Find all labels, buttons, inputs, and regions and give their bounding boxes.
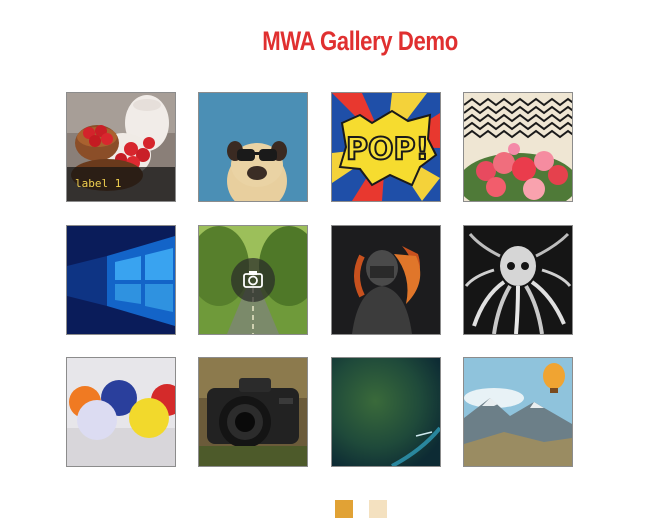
gallery-item-green-blur[interactable] bbox=[331, 357, 441, 467]
balloon-mountains-image bbox=[464, 358, 572, 466]
gallery-item-octopus[interactable] bbox=[463, 225, 573, 335]
gallery-item-strawberries[interactable]: label 1 bbox=[66, 92, 176, 202]
chevron-flowers-image bbox=[464, 93, 572, 201]
camera-icon bbox=[243, 271, 263, 288]
pagination-dot-2[interactable] bbox=[369, 500, 387, 518]
gallery-item-forest-road[interactable] bbox=[198, 225, 308, 335]
pagination-dot-1[interactable] bbox=[335, 500, 353, 518]
pug-image bbox=[199, 93, 307, 201]
caption-label: label 1 bbox=[75, 177, 122, 190]
gallery-item-chevron-flowers[interactable] bbox=[463, 92, 573, 202]
windows-wallpaper-image bbox=[67, 226, 175, 334]
pop-art-image: POP! bbox=[332, 93, 440, 201]
gallery-item-balloon-mountains[interactable] bbox=[463, 357, 573, 467]
balls-image bbox=[67, 358, 175, 466]
gallery-item-pug[interactable] bbox=[198, 92, 308, 202]
camera-overlay[interactable] bbox=[231, 258, 275, 302]
svg-text:POP!: POP! bbox=[346, 132, 429, 167]
page-title: MWA Gallery Demo bbox=[262, 26, 458, 56]
gallery-item-balls[interactable] bbox=[66, 357, 176, 467]
green-blur-image bbox=[332, 358, 440, 466]
octopus-drawing-image bbox=[464, 226, 572, 334]
image-caption: label 1 bbox=[67, 167, 175, 201]
gallery-item-pop-art[interactable]: POP! bbox=[331, 92, 441, 202]
gallery-item-helmet-soldier[interactable] bbox=[331, 225, 441, 335]
camera-photo-image bbox=[199, 358, 307, 466]
helmet-soldier-image bbox=[332, 226, 440, 334]
gallery-item-camera[interactable] bbox=[198, 357, 308, 467]
gallery-item-windows[interactable] bbox=[66, 225, 176, 335]
